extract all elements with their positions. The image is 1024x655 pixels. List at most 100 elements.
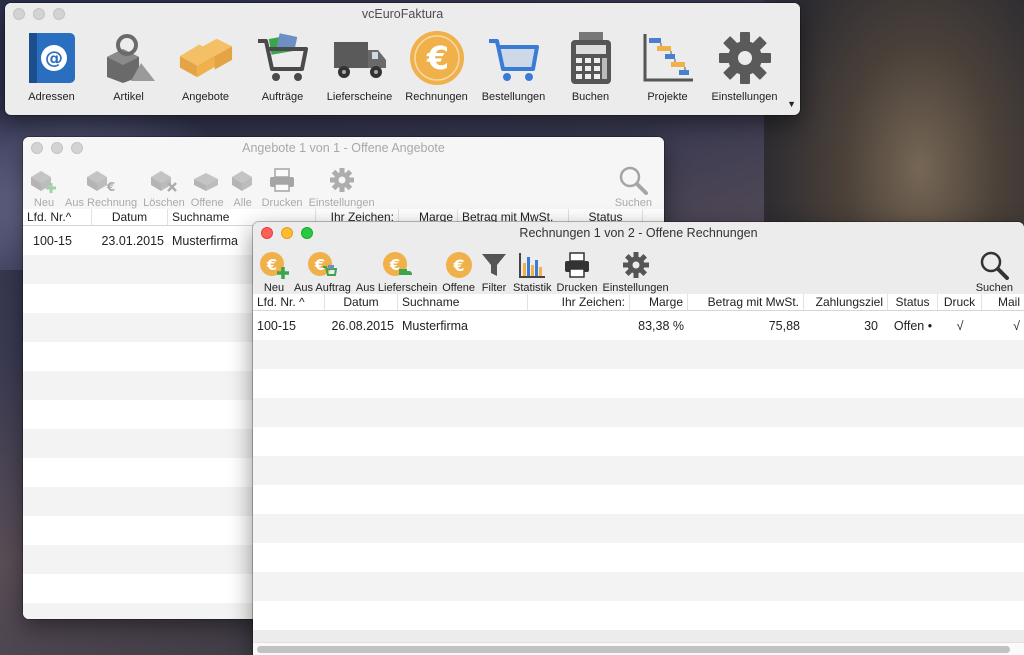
col-header[interactable]: Ihr Zeichen: [528,294,630,310]
cell-suchname: Musterfirma [402,318,468,333]
svg-text:€: € [106,180,115,193]
close-button[interactable] [13,8,25,20]
tool-drucken[interactable]: Drucken [557,250,598,294]
tool-label: Suchen [614,197,652,209]
tool-adressen[interactable]: @ Adressen [13,29,90,103]
minimize-button[interactable] [33,8,45,20]
euro-icon: € [442,250,475,280]
tool-label: Aus Lieferschein [355,282,438,294]
cell-datum: 26.08.2015 [331,318,394,333]
tool-suchen[interactable]: Suchen [976,250,1013,294]
tool-offene[interactable]: € Offene [442,250,475,294]
tool-label: Neu [33,197,55,209]
tool-statistik[interactable]: Statistik [513,250,552,294]
svg-text:@: @ [45,48,63,69]
tool-einstellungen[interactable]: Einstellungen [706,29,783,103]
tool-neu[interactable]: Neu [29,165,59,209]
window-title: vcEuroFaktura [361,7,444,21]
zoom-button[interactable] [53,8,65,20]
tool-label: Offene [190,197,224,209]
col-header[interactable]: Lfd. Nr. ^ [253,294,325,310]
search-icon [976,250,1013,280]
tool-label: Löschen [143,197,185,209]
col-header[interactable]: Lfd. Nr.^ [23,209,92,225]
gantt-icon [640,29,696,87]
gear-icon [309,165,375,195]
tool-label: Einstellungen [602,282,669,294]
tool-angebote[interactable]: Angebote [167,29,244,103]
tool-loeschen[interactable]: Löschen [143,165,185,209]
table-row [253,456,1024,485]
cart-blue-icon [486,29,542,87]
tool-label: Suchen [975,282,1013,294]
tool-offene[interactable]: Offene [191,165,224,209]
tool-projekte[interactable]: Projekte [629,29,706,103]
euro-truck-icon: € [356,250,437,280]
calculator-icon [563,29,619,87]
tool-rechnungen[interactable]: € Rechnungen [398,29,475,103]
box-delete-icon [143,165,185,195]
zoom-button[interactable] [71,142,83,154]
col-header[interactable]: Mail [982,294,1024,310]
tool-label: Adressen [28,91,75,103]
tool-label: Bestellungen [481,91,546,103]
tool-aus-auftrag[interactable]: € Aus Auftrag [294,250,351,294]
tool-aus-rechnung[interactable]: € Aus Rechnung [65,165,137,209]
tool-label: Einstellungen [711,91,778,103]
tool-aus-lieferschein[interactable]: € Aus Lieferschein [356,250,437,294]
tool-einstellungen[interactable]: Einstellungen [603,250,669,294]
close-button[interactable] [31,142,43,154]
euro-icon: € [409,29,465,87]
tool-artikel[interactable]: Artikel [90,29,167,103]
minimize-button[interactable] [281,227,293,239]
tool-label: Lieferscheine [326,91,393,103]
window-title: Rechnungen 1 von 2 - Offene Rechnungen [519,226,758,240]
tool-bestellungen[interactable]: Bestellungen [475,29,552,103]
tool-label: Aufträge [261,91,304,103]
tool-suchen[interactable]: Suchen [615,165,652,209]
tool-label: Offene [442,282,476,294]
rechnungen-titlebar[interactable]: Rechnungen 1 von 2 - Offene Rechnungen [253,222,1024,244]
printer-icon [557,250,598,280]
col-header[interactable]: Betrag mit MwSt. [688,294,804,310]
tool-label: Filter [481,282,507,294]
cell-mail-check[interactable]: √ [982,319,1024,333]
minimize-button[interactable] [51,142,63,154]
col-header[interactable]: Datum [325,294,398,310]
tool-drucken[interactable]: Drucken [262,165,303,209]
rechnungen-table-header: Lfd. Nr. ^ Datum Suchname Ihr Zeichen: M… [253,294,1024,311]
main-titlebar[interactable]: vcEuroFaktura [5,3,800,25]
address-book-icon: @ [24,29,80,87]
col-header[interactable]: Datum [92,209,168,225]
svg-text:€: € [425,39,448,77]
tool-neu[interactable]: € Neu [259,250,289,294]
col-header[interactable]: Status [888,294,938,310]
col-header[interactable]: Suchname [398,294,528,310]
scroll-thumb[interactable] [257,646,1010,653]
angebote-titlebar[interactable]: Angebote 1 von 1 - Offene Angebote [23,137,664,159]
window-controls [13,8,65,20]
cell-marge: 83,38 % [638,318,684,333]
tool-einstellungen[interactable]: Einstellungen [309,165,375,209]
cell-nr: 100-15 [33,233,72,248]
table-row[interactable]: 100-15 26.08.2015 Musterfirma 83,38 % 75… [253,311,1024,340]
table-row [253,340,1024,369]
toolbar-overflow-icon[interactable]: ▼ [787,99,796,109]
tool-auftraege[interactable]: Aufträge [244,29,321,103]
tool-label: Statistik [513,282,552,294]
cell-betrag: 75,88 [768,318,800,333]
horizontal-scrollbar[interactable] [253,642,1024,655]
cell-druck-check[interactable]: √ [938,319,982,333]
rechnungen-toolbar: € Neu € Aus Auftrag € Aus Lieferschein € Off… [253,244,1024,294]
tool-lieferscheine[interactable]: Lieferscheine [321,29,398,103]
close-button[interactable] [261,227,273,239]
tool-buchen[interactable]: Buchen [552,29,629,103]
zoom-button[interactable] [301,227,313,239]
col-header[interactable]: Druck [938,294,982,310]
tool-filter[interactable]: Filter [480,250,508,294]
col-header[interactable]: Marge [630,294,688,310]
cell-datum: 23.01.2015 [101,233,164,248]
truck-icon [332,29,388,87]
col-header[interactable]: Zahlungsziel [804,294,888,310]
tool-alle[interactable]: Alle [230,165,256,209]
